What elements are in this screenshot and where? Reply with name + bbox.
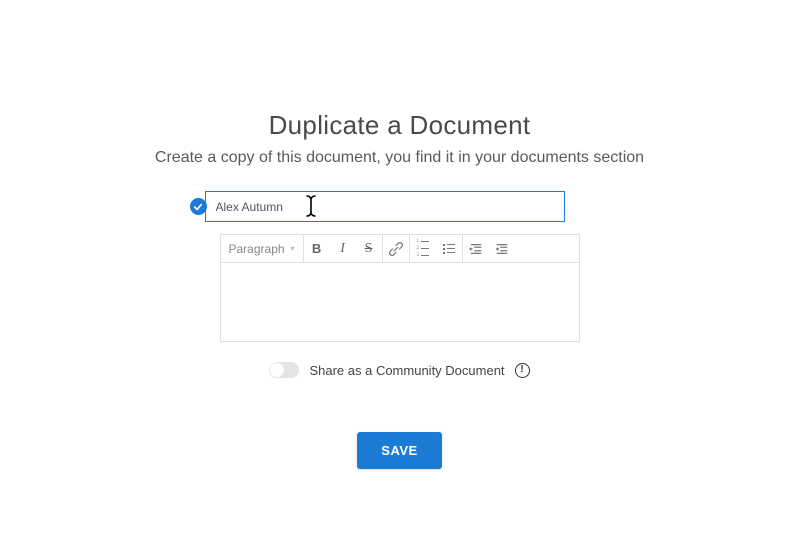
info-icon[interactable]: ! [515, 363, 530, 378]
italic-button[interactable]: I [330, 235, 356, 262]
format-select[interactable]: Paragraph ▾ [221, 235, 303, 262]
strikethrough-button[interactable]: S [356, 235, 382, 262]
editor-toolbar: Paragraph ▾ B I S 1 2 3 [221, 235, 579, 263]
duplicate-form: Paragraph ▾ B I S 1 2 3 [220, 191, 580, 342]
indent-button[interactable] [489, 235, 515, 262]
document-title-input[interactable] [205, 191, 565, 222]
editor-textarea[interactable] [221, 263, 579, 341]
link-button[interactable] [383, 235, 409, 262]
share-toggle-label: Share as a Community Document [309, 363, 504, 378]
share-community-toggle[interactable] [269, 362, 299, 378]
toggle-knob [270, 363, 284, 377]
page-subtitle: Create a copy of this document, you find… [155, 149, 644, 167]
check-circle-icon [190, 198, 207, 215]
ordered-list-button[interactable]: 1 2 3 [410, 235, 436, 262]
chevron-down-icon: ▾ [291, 244, 295, 253]
share-toggle-row: Share as a Community Document ! [269, 362, 529, 378]
outdent-button[interactable] [463, 235, 489, 262]
save-button[interactable]: SAVE [357, 432, 441, 469]
page-title: Duplicate a Document [269, 110, 531, 141]
rich-text-editor: Paragraph ▾ B I S 1 2 3 [220, 234, 580, 342]
format-select-label: Paragraph [229, 242, 285, 256]
bold-button[interactable]: B [304, 235, 330, 262]
unordered-list-button[interactable] [436, 235, 462, 262]
